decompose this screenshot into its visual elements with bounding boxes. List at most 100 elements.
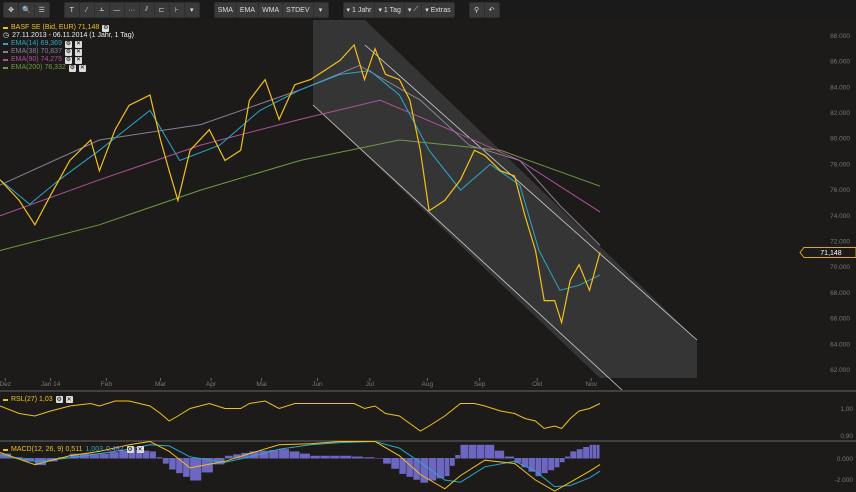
- macd-histogram-bar: [593, 444, 597, 459]
- x-tick-label: Jul: [366, 381, 375, 388]
- legend-price: BASF SE (Bid, EUR) 71,148: [11, 24, 100, 31]
- close-icon[interactable]: ✕: [74, 56, 82, 64]
- macd-histogram-bar: [351, 456, 363, 459]
- macd-label: MACD(12, 26, 9) 0,511: [11, 446, 83, 453]
- macd-tick-label: 0.000: [837, 456, 854, 463]
- macd-histogram-bar: [383, 458, 391, 464]
- macd-histogram-bar: [162, 458, 169, 464]
- x-tick-label: Aug: [422, 381, 434, 388]
- settings-icon[interactable]: ⚙: [102, 24, 110, 32]
- macd-histogram-bar: [391, 458, 399, 469]
- macd-histogram-bar: [320, 455, 330, 459]
- close-icon[interactable]: ✕: [65, 396, 73, 403]
- macd-legend: MACD(12, 26, 9) 0,511 1,003 0,492 ⚙ ✕: [3, 446, 144, 453]
- y-tick-label: 86.000: [830, 59, 850, 66]
- macd-histogram-bar: [190, 458, 202, 481]
- legend-ema200: EMA(200) 76,332: [11, 64, 66, 71]
- y-tick-label: 82.000: [830, 110, 850, 117]
- macd-histogram-bar: [468, 444, 477, 459]
- price-chart[interactable]: 88.000 86.000 84.000 82.000 80.000 78.000 76.0…: [0, 0, 856, 492]
- x-tick-label: Mai: [256, 381, 266, 388]
- x-tick-label: Sep: [474, 381, 486, 388]
- price-swatch: [3, 27, 8, 29]
- chart-legend: BASF SE (Bid, EUR) 71,148 ⚙ ◷ 27.11.2013 -…: [3, 24, 134, 72]
- x-tick-label: Jan 14: [41, 381, 61, 388]
- legend-range: 27.11.2013 - 06.11.2014 (1 Jahr, 1 Tag): [12, 32, 134, 39]
- macd-histogram-bar: [99, 453, 109, 459]
- macd-histogram-bar: [596, 444, 600, 459]
- close-icon[interactable]: ✕: [74, 40, 82, 48]
- x-tick-label: Jun: [312, 381, 323, 388]
- x-tick-label: Mar: [155, 381, 167, 388]
- ema14-swatch: [3, 43, 8, 45]
- y-tick-label: 66.000: [830, 316, 850, 323]
- y-tick-label: 88.000: [830, 33, 850, 40]
- macd-histogram-bar: [183, 458, 190, 477]
- trend-channel: [313, 20, 697, 378]
- macd-histogram-bar: [548, 458, 555, 471]
- macd-histogram-bar: [156, 457, 163, 459]
- macd-histogram-bar: [420, 458, 428, 483]
- macd-histogram-bar: [169, 458, 176, 470]
- legend-ema14: EMA(14) 69,369: [11, 40, 62, 47]
- macd-histogram-bar: [340, 455, 352, 459]
- y-tick-label: 74.000: [830, 213, 850, 220]
- y-tick-label: 78.000: [830, 161, 850, 168]
- ema38-swatch: [3, 51, 8, 53]
- x-tick-label: Nov: [585, 381, 597, 388]
- macd-histogram-bar: [176, 458, 183, 474]
- clock-icon: ◷: [3, 32, 10, 39]
- settings-icon[interactable]: ⚙: [55, 396, 63, 403]
- macd-histogram-bar: [484, 444, 495, 459]
- macd-histogram-bar: [576, 449, 583, 459]
- y-tick-label: 84.000: [830, 84, 850, 91]
- macd-histogram-bar: [310, 455, 320, 459]
- close-icon[interactable]: ✕: [78, 64, 86, 72]
- x-tick-label: Apr: [206, 381, 217, 388]
- last-price-label: 71,148: [820, 250, 842, 257]
- close-icon[interactable]: ✕: [74, 48, 82, 56]
- macd-histogram-bar: [150, 451, 156, 459]
- macd-hist-value: 0,492: [106, 446, 124, 453]
- settings-icon[interactable]: ⚙: [126, 446, 134, 453]
- macd-histogram-bar: [494, 450, 505, 459]
- macd-histogram-bar: [330, 455, 340, 459]
- rsl-line: [0, 400, 601, 432]
- legend-ema38: EMA(38) 70,837: [11, 48, 62, 55]
- rsl-label: RSL(27) 1,03: [11, 396, 53, 403]
- macd-histogram-bar: [589, 444, 593, 459]
- macd-histogram-bar: [455, 455, 460, 459]
- macd-histogram-bar: [444, 458, 450, 477]
- macd-histogram-bar: [363, 457, 375, 459]
- settings-icon[interactable]: ⚙: [68, 64, 76, 72]
- x-tick-label: Dez: [0, 381, 11, 388]
- settings-icon[interactable]: ⚙: [64, 40, 72, 48]
- macd-histogram-bar: [554, 458, 560, 468]
- macd-histogram-bar: [460, 444, 469, 459]
- macd-histogram-bar: [450, 458, 455, 466]
- y-tick-label: 62.000: [830, 367, 850, 374]
- settings-icon[interactable]: ⚙: [64, 48, 72, 56]
- macd-histogram-bar: [583, 447, 590, 459]
- ema200-swatch: [3, 67, 8, 69]
- macd-histogram-bar: [559, 458, 565, 463]
- macd-signal-value: 1,003: [85, 446, 103, 453]
- y-tick-label: 76.000: [830, 187, 850, 194]
- y-tick-label: 80.000: [830, 136, 850, 143]
- rsl-tick-label: 0,90: [840, 433, 853, 440]
- macd-histogram-bar: [541, 458, 548, 474]
- macd-histogram-bar: [504, 456, 515, 459]
- macd-histogram-bar: [225, 455, 233, 459]
- rsl-legend: RSL(27) 1,03 ⚙ ✕: [3, 396, 73, 403]
- macd-histogram-bar: [143, 450, 150, 459]
- close-icon[interactable]: ✕: [136, 446, 144, 453]
- macd-histogram-bar: [109, 452, 119, 459]
- x-tick-label: Feb: [101, 381, 113, 388]
- macd-histogram-bar: [300, 453, 310, 459]
- macd-histogram-bar: [565, 456, 570, 459]
- x-tick-label: Okt: [532, 381, 542, 388]
- rsl-tick-label: 1,00: [840, 406, 853, 413]
- settings-icon[interactable]: ⚙: [64, 56, 72, 64]
- ema90-swatch: [3, 59, 8, 61]
- legend-ema90: EMA(90) 74,275: [11, 56, 62, 63]
